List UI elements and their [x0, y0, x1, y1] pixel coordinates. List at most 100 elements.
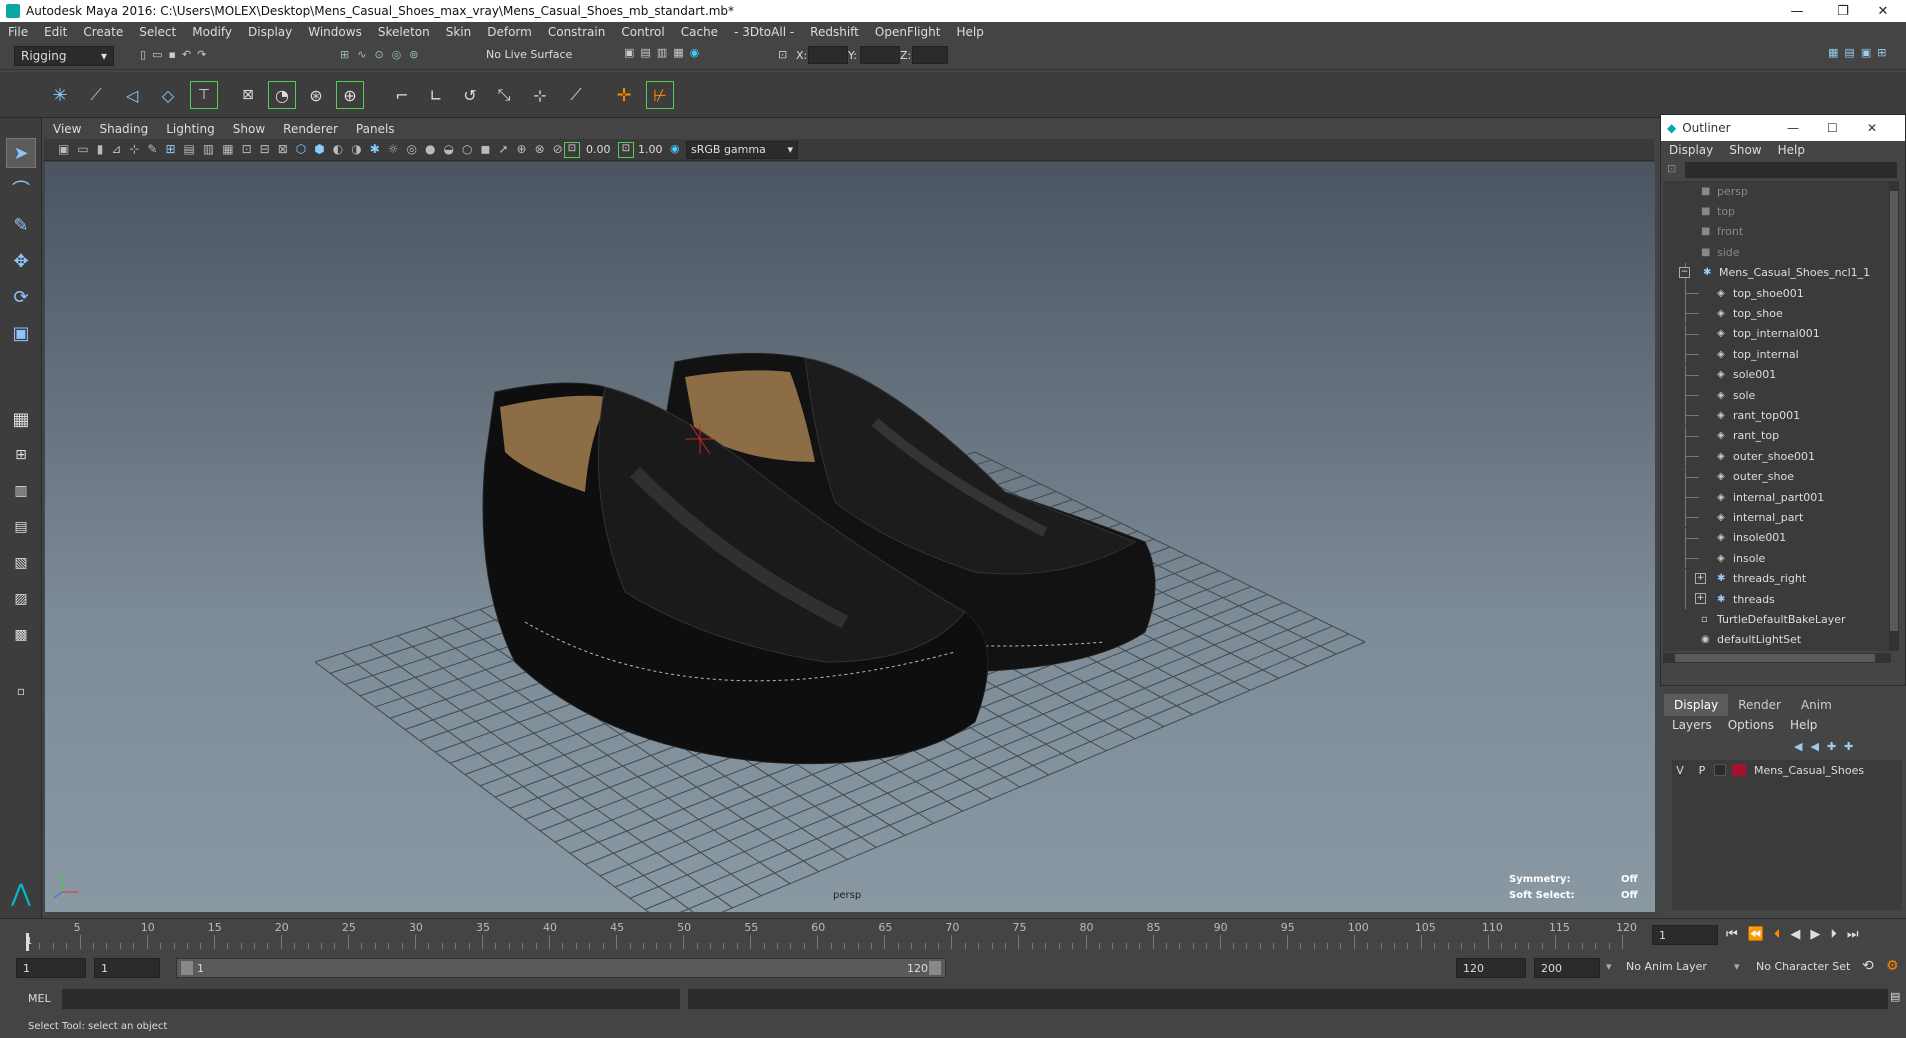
- mirror-joint-icon[interactable]: ◇: [154, 81, 182, 109]
- anti-aliasing-icon[interactable]: ○: [462, 142, 472, 158]
- menu-skeleton[interactable]: Skeleton: [370, 25, 438, 39]
- lattice-icon[interactable]: ⊕: [336, 81, 364, 109]
- outliner-hscrollbar[interactable]: [1663, 653, 1891, 663]
- outliner-item[interactable]: ◈ insole: [1663, 548, 1889, 569]
- joint-tool-icon[interactable]: ✳: [46, 81, 74, 109]
- current-frame-field[interactable]: 1: [1652, 925, 1718, 945]
- menu-create[interactable]: Create: [75, 25, 131, 39]
- panel-single-icon[interactable]: ▤: [1844, 46, 1854, 66]
- outliner-item[interactable]: ◈ top_internal001: [1663, 323, 1889, 344]
- layer-menu-help[interactable]: Help: [1782, 718, 1825, 736]
- maximize-button[interactable]: ☐: [1827, 121, 1838, 135]
- smooth-skin-icon[interactable]: ◔: [268, 81, 296, 109]
- cluster-icon[interactable]: ⌐: [388, 81, 416, 109]
- layer-visibility-toggle[interactable]: V: [1672, 764, 1688, 777]
- camera-select-icon[interactable]: ▣: [58, 142, 69, 158]
- render-frame-icon[interactable]: ▤: [640, 46, 650, 66]
- bookmark-icon[interactable]: ▮: [97, 142, 104, 158]
- outliner-vscrollbar[interactable]: [1889, 181, 1899, 651]
- toolbox-more-icon[interactable]: ▫: [6, 676, 36, 706]
- chevron-down-icon[interactable]: ▾: [1734, 960, 1740, 973]
- menu-control[interactable]: Control: [613, 25, 672, 39]
- new-layer-icon[interactable]: ✚: [1827, 740, 1836, 756]
- gamma-icon[interactable]: ⊡: [618, 142, 634, 158]
- aim-constraint-icon[interactable]: ↺: [456, 81, 484, 109]
- menu-redshift[interactable]: Redshift: [802, 25, 867, 39]
- paint-select-icon[interactable]: ✎: [6, 210, 36, 240]
- snap-view-icon[interactable]: ◎: [392, 48, 402, 64]
- render-view-icon[interactable]: ▣: [624, 46, 634, 66]
- outliner-item[interactable]: ◈ insole001: [1663, 527, 1889, 548]
- rotate-tool-icon[interactable]: ⟳: [6, 282, 36, 312]
- four-view-icon[interactable]: ⊞: [6, 440, 36, 470]
- range-start-handle[interactable]: [181, 961, 193, 975]
- close-button[interactable]: ✕: [1867, 121, 1877, 135]
- live-surface-label[interactable]: No Live Surface: [486, 48, 572, 61]
- collapse-icon[interactable]: −: [1679, 266, 1690, 278]
- play-forward-icon[interactable]: ▶: [1810, 927, 1820, 945]
- ik-handle-icon[interactable]: ⟋: [82, 81, 110, 109]
- snap-curve-icon[interactable]: ∿: [357, 48, 366, 64]
- field-chart-icon[interactable]: ⊡: [242, 142, 252, 158]
- menu-file[interactable]: File: [0, 25, 36, 39]
- shadows-icon[interactable]: ☼: [388, 142, 399, 158]
- new-layer-selected-icon[interactable]: ✚: [1844, 740, 1853, 756]
- viewport-menu-panels[interactable]: Panels: [347, 122, 404, 136]
- outliner-menu-help[interactable]: Help: [1770, 143, 1813, 157]
- outliner-layout-icon[interactable]: ▩: [6, 620, 36, 650]
- orient-joint-icon[interactable]: ⊤: [190, 81, 218, 109]
- render-settings-icon[interactable]: ▦: [673, 46, 683, 66]
- viewport-menu-view[interactable]: View: [44, 122, 90, 136]
- play-backward-icon[interactable]: ◀: [1790, 927, 1800, 945]
- x-field[interactable]: [808, 46, 848, 64]
- expand-icon[interactable]: +: [1695, 572, 1706, 584]
- layer-menu-layers[interactable]: Layers: [1664, 718, 1720, 736]
- 3d-viewport[interactable]: persp Symmetry: Off Soft Select: Off: [45, 162, 1655, 912]
- snap-surface-icon[interactable]: ⊚: [409, 48, 418, 64]
- lasso-tool-icon[interactable]: ⌒: [6, 174, 36, 204]
- z-field[interactable]: [912, 46, 948, 64]
- close-button[interactable]: ✕: [1860, 0, 1906, 22]
- wireframe-on-shaded-icon[interactable]: ◐: [333, 142, 343, 158]
- anim-layer-dropdown[interactable]: No Anim Layer: [1626, 960, 1707, 973]
- outliner-item[interactable]: ◈ top_shoe001: [1663, 283, 1889, 303]
- gate-mask-icon[interactable]: ▦: [222, 142, 233, 158]
- move-layer-up-icon[interactable]: ◀: [1794, 740, 1802, 756]
- panel-layout-icon[interactable]: ▦: [1828, 46, 1838, 66]
- save-scene-icon[interactable]: ▪: [168, 48, 175, 64]
- command-input[interactable]: [62, 989, 680, 1009]
- outliner-search-input[interactable]: [1685, 162, 1897, 178]
- hypershade-icon[interactable]: ◉: [690, 46, 700, 66]
- bind-skin-icon[interactable]: ⊠: [234, 81, 262, 109]
- expand-icon[interactable]: +: [1695, 593, 1706, 604]
- end-time-field[interactable]: 200: [1534, 958, 1600, 978]
- isolate-select-icon[interactable]: ➚: [498, 142, 508, 158]
- outliner-item[interactable]: ■ persp: [1663, 181, 1889, 201]
- camera-frame-icon[interactable]: ⊘: [553, 142, 563, 158]
- color-management-icon[interactable]: ◉: [670, 142, 680, 155]
- outliner-item[interactable]: + ✱ threads_right: [1663, 568, 1889, 589]
- ipr-render-icon[interactable]: ▥: [657, 46, 667, 66]
- outliner-item[interactable]: + ✱ threads: [1663, 589, 1889, 609]
- single-view-icon[interactable]: ▦: [6, 404, 36, 434]
- step-back-key-icon[interactable]: ⏪: [1748, 927, 1764, 945]
- 2d-pan-icon[interactable]: ⊹: [129, 142, 139, 158]
- open-scene-icon[interactable]: ▭: [152, 48, 162, 64]
- set-driven-key-icon[interactable]: ⊬: [646, 81, 674, 109]
- xray-active-icon[interactable]: ⊗: [535, 142, 545, 158]
- outliner-item[interactable]: ◈ rant_top001: [1663, 405, 1889, 426]
- motion-blur-icon[interactable]: ◒: [444, 142, 454, 158]
- outliner-item[interactable]: ◈ top_internal: [1663, 344, 1889, 365]
- color-space-dropdown[interactable]: sRGB gamma ▾: [686, 141, 798, 159]
- anim-prefs-icon[interactable]: ⚙: [1886, 958, 1899, 974]
- outliner-item[interactable]: ◈ internal_part001: [1663, 487, 1889, 507]
- outliner-item[interactable]: ▫ TurtleDefaultBakeLayer: [1663, 609, 1889, 629]
- side-by-side-icon[interactable]: ▥: [6, 476, 36, 506]
- point-constraint-icon[interactable]: ∟: [422, 81, 450, 109]
- ik-spline-icon[interactable]: ◁: [118, 81, 146, 109]
- command-language-label[interactable]: MEL: [28, 992, 51, 1005]
- outliner-item[interactable]: ◉defaultObjectSet: [1663, 650, 1889, 651]
- start-time-field[interactable]: 1: [16, 958, 86, 978]
- menu-set-dropdown[interactable]: Rigging ▾: [14, 46, 114, 66]
- range-bar[interactable]: 1 120: [176, 958, 946, 978]
